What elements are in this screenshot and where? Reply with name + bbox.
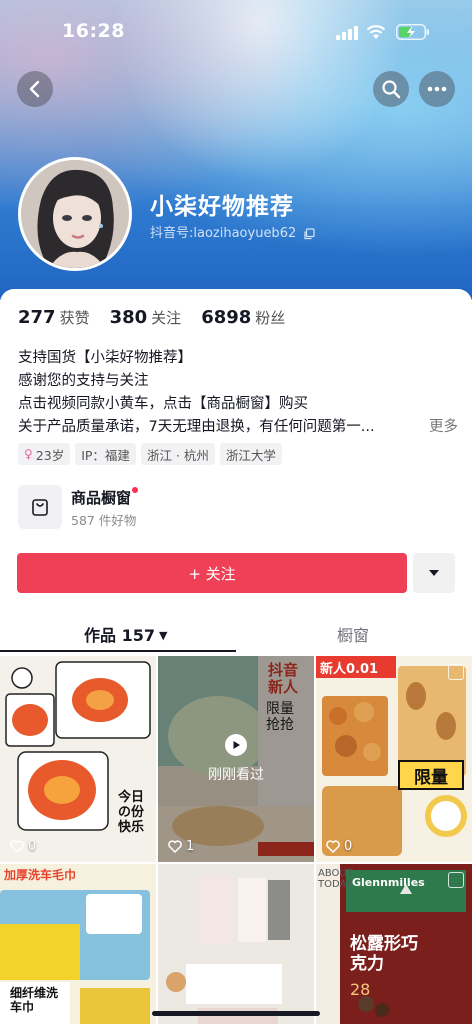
shop-icon-box xyxy=(18,485,62,529)
bio-line: 点击视频同款小黄车，点击【商品橱窗】购买 xyxy=(18,396,308,412)
like-count: 1 xyxy=(168,839,194,854)
select-checkbox[interactable] xyxy=(448,664,464,680)
cover-title: 加厚洗车毛巾 xyxy=(4,868,77,882)
like-count-text: 1 xyxy=(186,839,195,854)
search-button[interactable] xyxy=(373,71,409,107)
back-button[interactable] xyxy=(17,71,53,107)
like-count-text: 0 xyxy=(344,839,353,854)
video-cover-image xyxy=(158,864,314,1024)
just-watched-label: 刚刚看过 xyxy=(208,767,264,783)
sticker-text: 今日の份快乐 xyxy=(118,790,145,835)
home-indicator xyxy=(152,1011,320,1016)
shopping-bag-icon xyxy=(32,499,48,516)
bio-line: 支持国货【小柒好物推荐】 xyxy=(18,350,192,366)
like-count: 0 xyxy=(10,839,36,854)
stat-number: 277 xyxy=(18,307,56,328)
limited-badge: 限量 xyxy=(398,760,464,790)
tag-ip: IP：福建 xyxy=(75,443,136,465)
like-count-text: 0 xyxy=(28,839,37,854)
active-tab-indicator xyxy=(0,650,236,652)
heart-icon xyxy=(10,840,24,853)
search-icon xyxy=(382,80,401,99)
caret-down-icon: ▼ xyxy=(158,629,168,642)
video-thumbnail[interactable]: 今日の份快乐 0 xyxy=(0,656,156,862)
cover-brand: Glennmilles xyxy=(352,876,425,889)
stats-row: 277 获赞 380 关注 6898 粉丝 xyxy=(18,307,305,328)
video-thumbnail[interactable]: 抖音新人 限量抢抢 刚刚看过 1 xyxy=(158,656,314,862)
shop-window-entry[interactable]: 商品橱窗 587 件好物 xyxy=(18,485,318,531)
tab-shop-window[interactable]: 橱窗 xyxy=(337,622,369,646)
tag-location: 浙江 · 杭州 xyxy=(140,443,215,465)
follow-button[interactable]: + 关注 xyxy=(17,553,407,593)
play-icon xyxy=(225,734,247,756)
profile-name: 小柒好物推荐 xyxy=(150,194,294,220)
avatar-portrait-image xyxy=(21,160,129,268)
bio-more-link[interactable]: 更多 xyxy=(423,416,458,439)
video-thumbnail[interactable]: 新人0.01 限量 0 xyxy=(316,656,472,862)
heart-icon xyxy=(168,840,182,853)
cover-side-text: ABOUT TODAY xyxy=(318,868,353,890)
caret-down-icon xyxy=(429,570,439,576)
tag-school[interactable]: 浙江大学 xyxy=(219,443,282,465)
stat-followers[interactable]: 6898 粉丝 xyxy=(201,307,285,328)
female-icon: ♀ xyxy=(24,447,33,461)
stat-label: 粉丝 xyxy=(255,309,286,327)
select-checkbox[interactable] xyxy=(132,664,148,680)
tag-age: ♀ 23岁 xyxy=(18,443,71,465)
tab-works-label: 作品 157 xyxy=(84,626,155,645)
status-time: 16:28 xyxy=(62,20,125,42)
wifi-icon xyxy=(366,25,386,39)
video-thumbnail[interactable]: ABOUT TODAY Glennmilles 松露形巧克力 28 xyxy=(316,864,472,1024)
cover-subtitle: 细纤维洗车巾 xyxy=(10,986,59,1014)
profile-tabs: 作品 157 ▼ 橱窗 xyxy=(0,616,472,652)
shop-subtitle: 587 件好物 xyxy=(71,513,137,528)
video-thumbnail[interactable]: 加厚洗车毛巾 细纤维洗车巾 xyxy=(0,864,156,1024)
shop-title: 商品橱窗 xyxy=(71,489,132,507)
cover-price: 28 xyxy=(350,980,371,999)
tab-works[interactable]: 作品 157 ▼ xyxy=(84,622,167,646)
heart-icon xyxy=(326,840,340,853)
video-cover-image xyxy=(316,656,472,862)
stat-label: 获赞 xyxy=(59,309,90,327)
stat-number: 380 xyxy=(109,307,148,328)
copy-icon[interactable] xyxy=(303,227,315,240)
signal-icon xyxy=(336,26,358,40)
notification-dot xyxy=(132,487,139,493)
select-checkbox[interactable] xyxy=(448,872,464,888)
more-dots-icon xyxy=(427,86,447,92)
cover-title: 新人0.01 xyxy=(320,662,379,677)
status-bar: 16:28 xyxy=(0,0,472,64)
bio-line-last: 关于产品质量承诺，7天无理由退换，有任何问题第一... 更多 xyxy=(18,416,458,439)
bio-line: 感谢您的支持与关注 xyxy=(18,373,149,389)
avatar[interactable] xyxy=(18,157,132,271)
like-count: 0 xyxy=(326,839,352,854)
cover-title: 松露形巧克力 xyxy=(350,934,418,974)
chevron-left-icon xyxy=(29,80,40,98)
douyin-id: 抖音号:laozihaoyueb62 xyxy=(150,226,297,241)
stat-likes[interactable]: 277 获赞 xyxy=(18,307,90,328)
video-thumbnail[interactable] xyxy=(158,864,314,1024)
stat-label: 关注 xyxy=(151,309,182,327)
more-button[interactable] xyxy=(419,71,455,107)
douyin-id-row[interactable]: 抖音号:laozihaoyueb62 xyxy=(150,222,315,241)
shop-title-row: 商品橱窗 xyxy=(71,487,139,508)
bio-line: 关于产品质量承诺，7天无理由退换，有任何问题第一... xyxy=(18,419,375,435)
bio[interactable]: 支持国货【小柒好物推荐】 感谢您的支持与关注 点击视频同款小黄车，点击【商品橱窗… xyxy=(18,347,458,439)
profile-tags: ♀ 23岁 IP：福建 浙江 · 杭州 浙江大学 xyxy=(18,443,287,465)
recommend-dropdown-button[interactable] xyxy=(413,553,455,593)
stat-following[interactable]: 380 关注 xyxy=(110,307,182,328)
just-watched-overlay: 刚刚看过 xyxy=(158,656,314,862)
battery-charging-icon xyxy=(396,24,429,40)
tag-age-text: 23岁 xyxy=(35,447,65,463)
stat-number: 6898 xyxy=(201,307,252,328)
